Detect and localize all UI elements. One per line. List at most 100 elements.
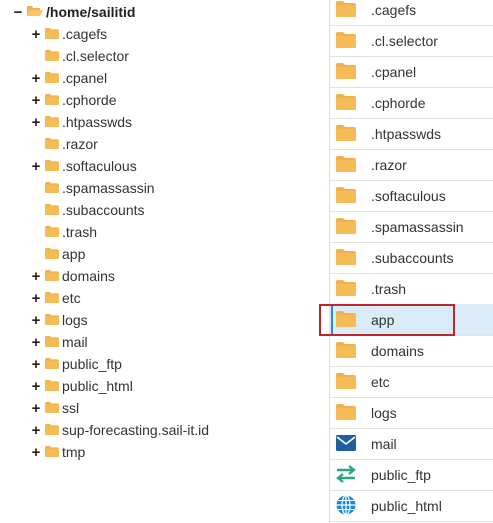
tree-item[interactable]: + mail [30,331,88,353]
file-row[interactable]: .cphorde [330,87,493,119]
tree-item[interactable]: + .cagefs [30,23,108,45]
file-row[interactable]: etc [330,366,493,398]
folder-icon [335,0,357,19]
tree-item[interactable]: + etc [30,287,81,309]
tree-item[interactable]: .cl.selector [30,45,129,67]
tree-item-label: public_ftp [62,356,122,372]
expand-toggle[interactable]: + [30,356,42,373]
folder-icon [45,422,59,438]
tree-item-label: .spamassassin [62,180,155,196]
expand-toggle[interactable]: + [30,114,42,131]
file-row[interactable]: .htpasswds [330,118,493,150]
tree-item[interactable]: + domains [30,265,115,287]
expand-toggle[interactable]: + [30,92,42,109]
file-row[interactable]: logs [330,397,493,429]
folder-icon [45,290,59,306]
tree-item-label: app [62,246,86,262]
expand-toggle[interactable]: + [30,422,42,439]
tree-item[interactable]: + .cphorde [30,89,117,111]
expand-toggle[interactable]: + [30,312,42,329]
tree-item[interactable]: .spamassassin [30,177,155,199]
tree-item[interactable]: + public_ftp [30,353,122,375]
file-name: .cphorde [371,94,426,111]
file-row[interactable]: mail [330,428,493,460]
tree-item-label: .trash [62,224,98,240]
folder-icon [45,400,59,416]
file-row[interactable]: .subaccounts [330,242,493,274]
expand-toggle[interactable]: + [30,378,42,395]
tree-root[interactable]: − /home/sailitid [12,1,136,23]
folder-icon [45,136,59,152]
globe-icon [335,495,357,515]
directory-tree: − /home/sailitid + .cagefs .cl.selector + .c… [0,0,329,523]
expand-toggle[interactable]: + [30,26,42,43]
file-row[interactable]: .cagefs [330,0,493,26]
folder-icon [45,224,59,240]
tree-item[interactable]: + .cpanel [30,67,108,89]
folder-icon [45,48,59,64]
file-row[interactable]: .razor [330,149,493,181]
file-name: public_ftp [371,466,431,483]
tree-item-label: .subaccounts [62,202,145,218]
folder-icon [335,154,357,174]
file-row[interactable]: .cl.selector [330,25,493,57]
transfer-arrows-icon [335,464,357,484]
tree-item-label: .cagefs [62,26,108,42]
file-name: logs [371,404,397,421]
expand-toggle[interactable]: + [30,334,42,351]
tree-item[interactable]: .subaccounts [30,199,145,221]
tree-item[interactable]: + tmp [30,441,86,463]
file-name: .htpasswds [371,125,442,142]
file-name: .razor [371,156,407,173]
tree-item[interactable]: + .softaculous [30,155,137,177]
expand-toggle[interactable]: + [30,444,42,461]
file-row[interactable]: app [330,304,493,336]
file-row[interactable]: public_ftp [330,459,493,491]
file-row[interactable]: public_html [330,490,493,522]
tree-item[interactable]: .razor [30,133,98,155]
tree-root-label: /home/sailitid [46,4,136,20]
tree-item-label: .htpasswds [62,114,133,130]
folder-icon [335,278,357,298]
tree-item-label: domains [62,268,115,284]
folder-icon [335,247,357,267]
tree-item-label: logs [62,312,88,328]
folder-icon [45,334,59,350]
expand-toggle[interactable]: + [30,268,42,285]
file-name: etc [371,373,390,390]
tree-item[interactable]: + .htpasswds [30,111,132,133]
file-row[interactable]: domains [330,335,493,367]
folder-icon [335,92,357,112]
expand-toggle[interactable]: + [30,158,42,175]
tree-item[interactable]: .trash [30,221,97,243]
file-row[interactable]: .trash [330,273,493,305]
file-row[interactable]: .softaculous [330,180,493,212]
tree-item[interactable]: + ssl [30,397,80,419]
collapse-toggle[interactable]: − [12,4,24,21]
tree-item-label: mail [62,334,88,350]
tree-item[interactable]: app [30,243,85,265]
folder-icon [45,246,59,262]
tree-item-label: etc [62,290,81,306]
file-name: .cpanel [371,63,417,80]
folder-icon [45,92,59,108]
file-name: public_html [371,497,442,514]
file-name: .subaccounts [371,249,454,266]
folder-icon [45,180,59,196]
tree-item[interactable]: + logs [30,309,88,331]
file-row[interactable]: .spamassassin [330,211,493,243]
file-name: mail [371,435,397,452]
folder-icon [335,216,357,236]
folder-icon [335,30,357,50]
tree-item[interactable]: + sup-forecasting.sail-it.id [30,419,209,441]
folder-icon [45,312,59,328]
file-row[interactable]: .cpanel [330,56,493,88]
folder-icon [45,158,59,174]
tree-item-label: .cphorde [62,92,117,108]
folder-icon [45,114,59,130]
file-name: .trash [371,280,407,297]
expand-toggle[interactable]: + [30,290,42,307]
tree-item[interactable]: + public_html [30,375,133,397]
expand-toggle[interactable]: + [30,70,42,87]
expand-toggle[interactable]: + [30,400,42,417]
